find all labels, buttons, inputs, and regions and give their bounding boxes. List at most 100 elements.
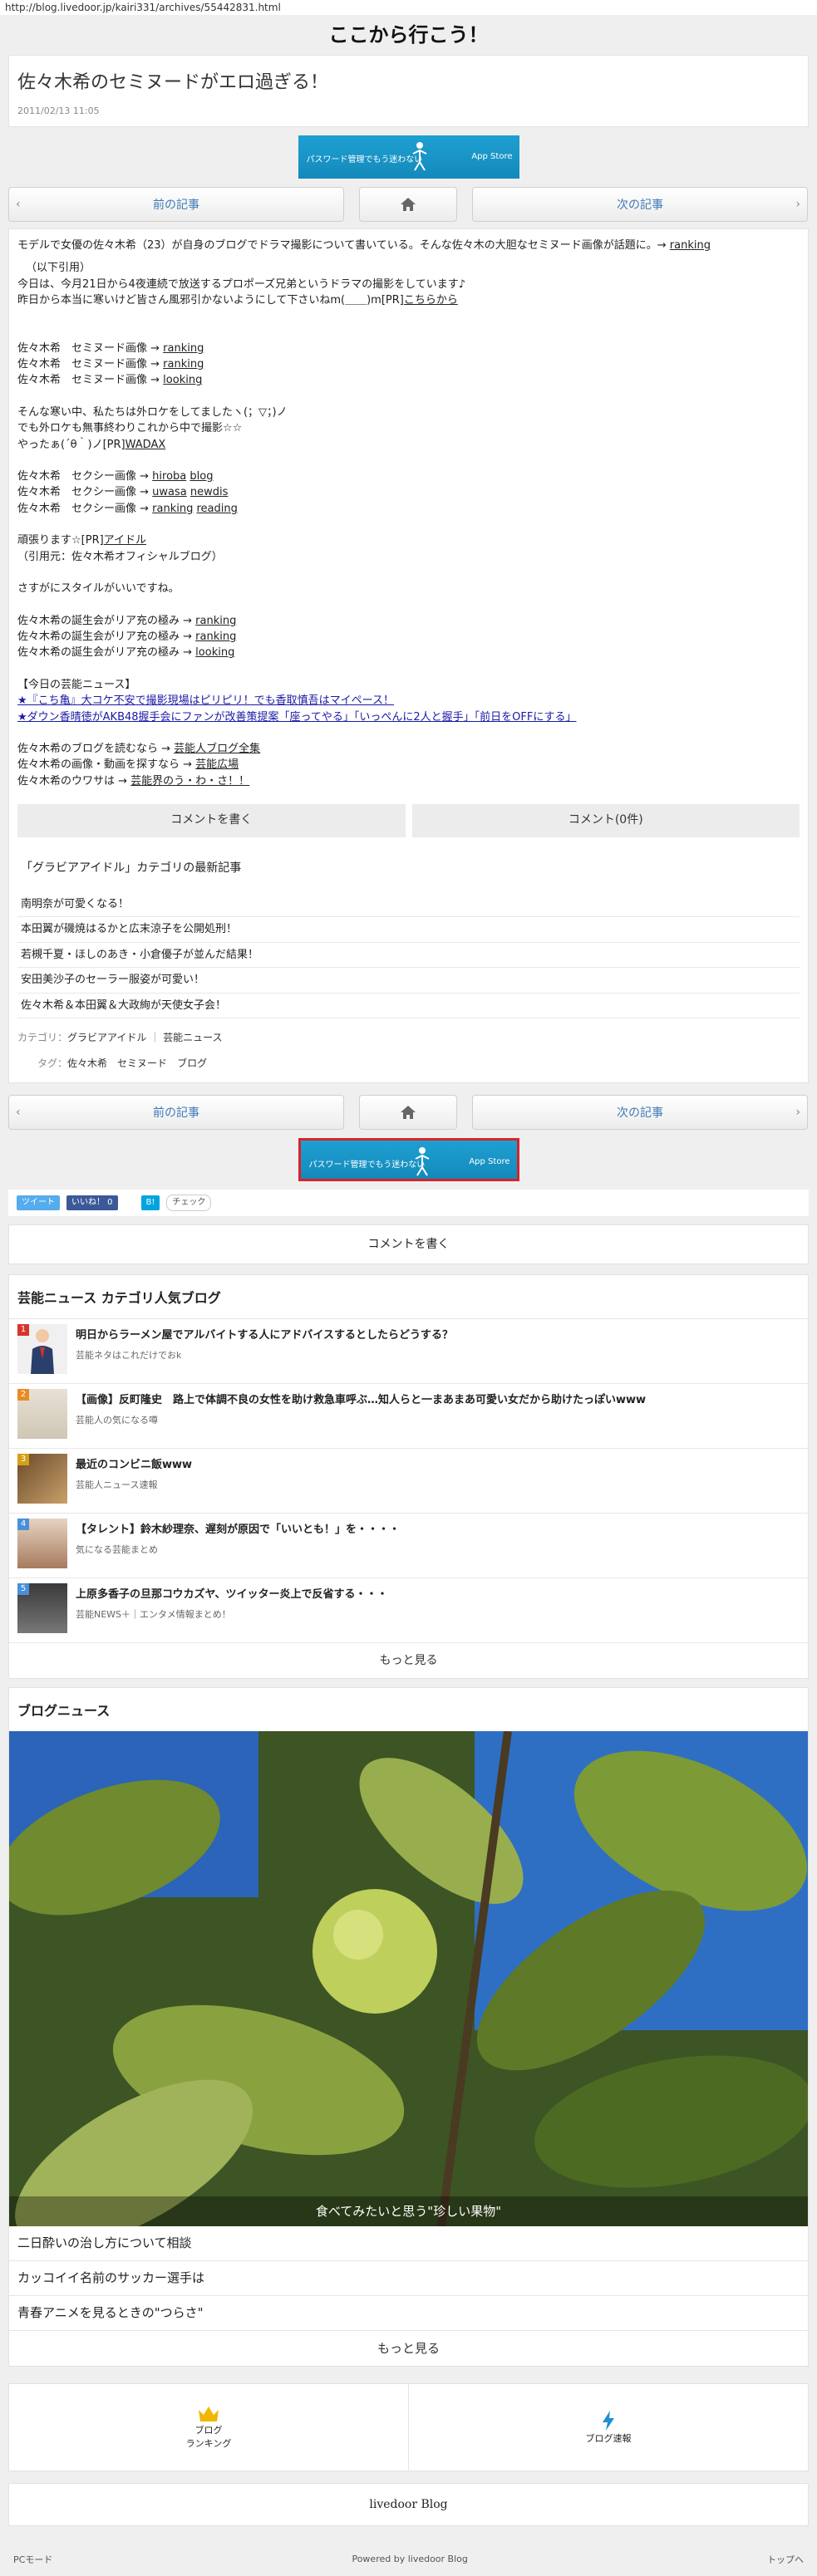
today-news-link[interactable]: ★ダウン香晴徳がAKB48握手会にファンが改善策提案「座ってやる」「いっぺんに2… [17,711,576,724]
thumbnail: 5 [17,1582,67,1633]
reading-link[interactable]: reading [197,503,238,515]
write-comment-button[interactable]: コメントを書く [17,804,406,838]
next-label: 次の記事 [617,1106,663,1120]
tag-link[interactable]: 佐々木希 [67,1057,107,1069]
tag-link[interactable]: セミヌード [117,1057,167,1069]
fruit-photo[interactable]: 食べてみたいと思う"珍しい果物" [9,1730,808,2226]
tag-link[interactable]: ブログ [177,1057,207,1069]
ranking-item[interactable]: 3 最近のコンビニ飯www 芸能人ニュース速報 [9,1449,808,1514]
rank-number: 4 [17,1518,29,1530]
intro-link[interactable]: ranking [670,239,711,252]
blog-speed-link[interactable]: ブログ速報 [408,2383,808,2471]
ranking-link[interactable]: ranking [163,342,204,355]
thumbnail: 1 [17,1323,67,1374]
home-button[interactable] [359,187,457,222]
tag-label: タグ： [37,1057,68,1070]
post-title: 佐々木希のセミヌードがエロ過ぎる！ [17,72,329,93]
hatena-button[interactable]: B! [140,1195,160,1210]
chevron-left-icon: ‹ [16,198,21,211]
style-line: さすがにスタイルがいいですね。 [17,582,180,596]
ranking-link[interactable]: ranking [195,631,236,643]
blog-ranking-link[interactable]: ブログ ランキング [9,2384,408,2471]
tail-link[interactable]: 芸能人ブログ全集 [174,743,260,755]
text-line: 佐々木希のウワサは → [17,774,131,788]
post-date: 2011/02/13 11:05 [17,105,100,116]
uwasa-link[interactable]: uwasa [152,486,187,498]
post-header: 佐々木希のセミヌードがエロ過ぎる！ 2011/02/13 11:05 [8,55,809,127]
check-button[interactable]: チェック [166,1194,212,1211]
prev-label: 前の記事 [153,1106,199,1120]
ad-banner[interactable]: パスワード管理でもう迷わない App Store [298,1137,519,1181]
ranking-item[interactable]: 1 明日からラーメン屋でアルバイトする人にアドバイスするとしたらどうする？ 芸能… [9,1319,808,1384]
ranking-title: 上原多香子の旦那コウカズヤ、ツイッター炎上で反省する・・・ [76,1587,388,1601]
blog-link[interactable]: blog [189,470,213,483]
home-icon [401,1105,416,1119]
category-link[interactable]: グラビアアイドル [67,1032,146,1043]
app-store-label: App Store [471,152,513,161]
related-heading: 「グラビアアイドル」カテゴリの最新記事 [21,861,242,876]
text-line: 佐々木希の誕生会がリア充の極み → [17,646,196,660]
looking-link[interactable]: looking [195,646,234,659]
related-item[interactable]: 南明奈が可愛くなる！ [17,892,800,918]
ranking-item[interactable]: 4 【タレント】鈴木紗理奈、遅刻が原因で「いいとも！」を・・・・ 気になる芸能ま… [9,1514,808,1578]
more-news-button[interactable]: もっと見る [9,2331,808,2366]
looking-link[interactable]: looking [163,374,202,386]
today-news-link[interactable]: ★『こち亀』大コケ不安で撮影現場はピリピリ！でも香取慎吾はマイペース！ [17,694,394,707]
banner-text: パスワード管理でもう迷わない [306,155,423,164]
next-post-button[interactable]: 次の記事 › [472,187,808,222]
related-item[interactable]: 安田美沙子のセーラー服姿が可愛い！ [17,968,800,994]
text-line: 佐々木希 セクシー画像 → [17,502,153,515]
idol-link[interactable]: アイドル [104,534,146,547]
quote-source: （引用元：佐々木希オフィシャルブログ） [17,550,223,563]
newdis-link[interactable]: newdis [190,486,229,498]
ranking-item[interactable]: 5 上原多香子の旦那コウカズヤ、ツイッター炎上で反省する・・・ 芸能NEWS＋｜… [9,1578,808,1643]
bolt-icon [603,2410,614,2431]
ranking-link[interactable]: ranking [152,503,193,515]
ranking-item[interactable]: 2 【画像】反町隆史 路上で体調不良の女性を助け救急車呼ぶ…知人らと一まあまあ可… [9,1384,808,1449]
photo-caption: 食べてみたいと思う"珍しい果物" [9,2196,808,2226]
speed-label: ブログ速報 [585,2432,632,2444]
wadax-link[interactable]: WADAX [126,439,166,451]
more-ranking-button[interactable]: もっと見る [9,1643,808,1678]
next-post-button[interactable]: 次の記事 › [472,1094,808,1130]
chevron-right-icon: › [795,198,800,211]
logo-text: livedoor Blog [369,2497,448,2511]
ranking-link[interactable]: ranking [195,615,236,627]
related-item[interactable]: 本田翼が磯焼はるかと広末涼子を公開処刑！ [17,917,800,943]
site-title[interactable]: ここから行こう！ [0,15,817,55]
home-button[interactable] [359,1094,457,1130]
tweet-button[interactable]: ツイート [17,1195,60,1210]
tail-link[interactable]: 芸能界のう・わ・さ！！ [130,775,249,788]
ad-banner[interactable]: パスワード管理でもう迷わない App Store [298,135,519,179]
livedoor-blog-logo[interactable]: livedoor Blog [8,2482,809,2526]
ranking-section: 芸能ニュース カテゴリ人気ブログ 1 明日からラーメン屋でアルバイトする人にアド… [8,1273,809,1679]
related-item[interactable]: 佐々木希＆本田翼＆大政絢が天使女子会！ [17,994,800,1019]
ranking-title: 最近のコンビニ飯www [76,1458,193,1471]
write-comment-button[interactable]: コメントを書く [8,1224,809,1264]
pr-link[interactable]: こちらから [404,294,458,307]
ranking-title: 【タレント】鈴木紗理奈、遅刻が原因で「いいとも！」を・・・・ [76,1523,401,1536]
ranking-link[interactable]: ranking [163,358,204,370]
text-line: 佐々木希の誕生会がリア充の極み → [17,614,196,627]
ganbari-line: 頑張ります☆[PR] [17,534,104,547]
footer-links: ブログ ランキング ブログ速報 [8,2382,809,2471]
prev-post-button[interactable]: ‹ 前の記事 [8,1094,344,1130]
tail-link[interactable]: 芸能広場 [195,758,239,771]
category-link[interactable]: 芸能ニュース [163,1032,222,1043]
ranking-source: 芸能ネタはこれだけでおk [76,1349,182,1361]
ranking-label-1: ブログ [194,2424,223,2436]
back-to-top-link[interactable]: トップへ [767,2553,804,2566]
news-item[interactable]: 二日酔いの治し方について相談 [9,2226,808,2261]
like-button[interactable]: いいね！ 0 [66,1195,118,1210]
news-item[interactable]: カッコイイ名前のサッカー選手は [9,2261,808,2296]
prev-post-button[interactable]: ‹ 前の記事 [8,187,344,222]
thumbnail: 2 [17,1388,67,1439]
pc-mode-link[interactable]: PCモード [13,2553,52,2566]
comment-count-button[interactable]: コメント(0件) [411,804,800,838]
news-item[interactable]: 青春アニメを見るときの"つらさ" [9,2296,808,2331]
text-line: 佐々木希の画像・動画を探すなら → [17,758,196,772]
hiroba-link[interactable]: hiroba [152,470,186,483]
related-item[interactable]: 若槻千夏・ほしのあき・小倉優子が並んだ結果！ [17,943,800,969]
app-store-label: App Store [469,1156,510,1166]
today-news-heading: 【今日の芸能ニュース】 [17,678,136,691]
